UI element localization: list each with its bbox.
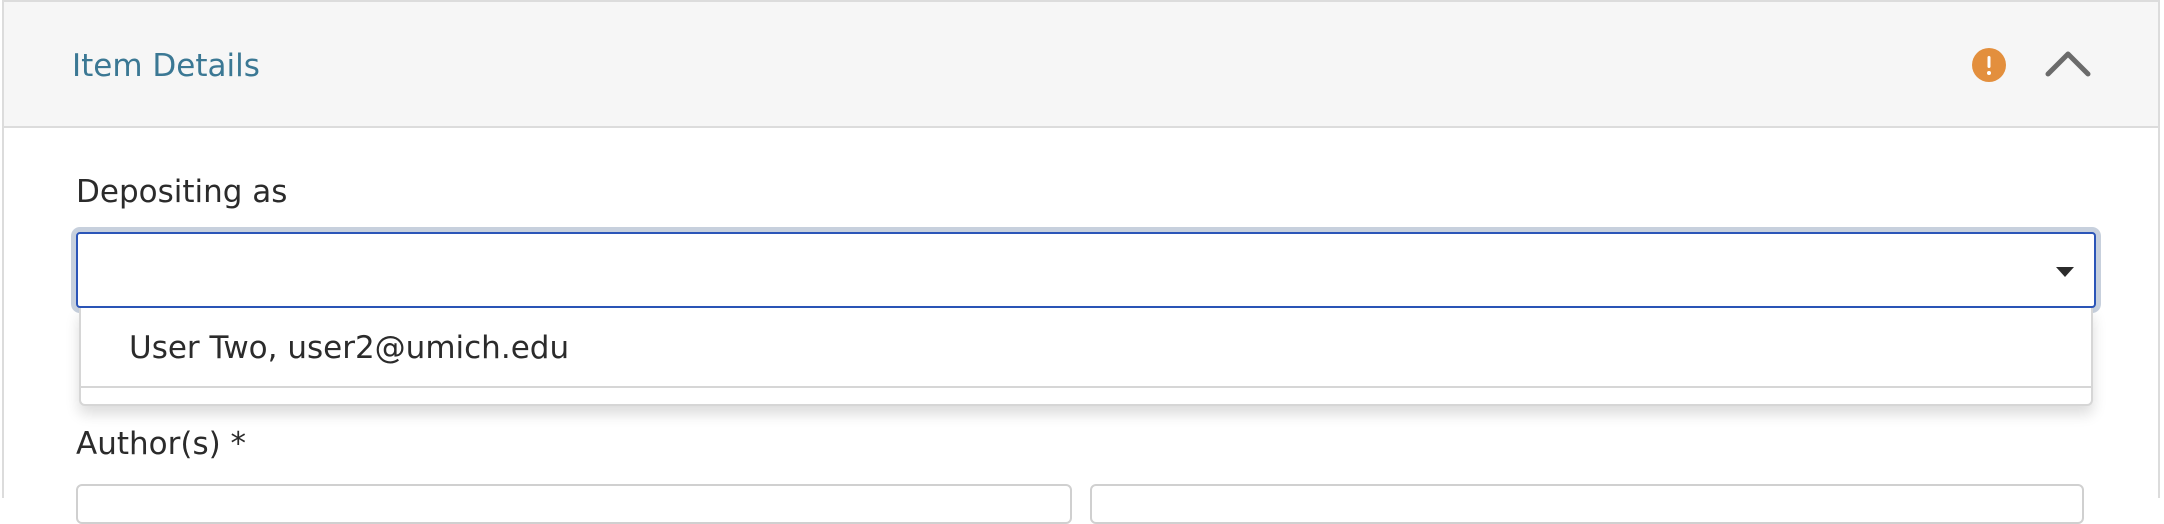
dropdown-option-label: User Two, user2@umich.edu	[129, 330, 570, 366]
warning-icon	[1972, 48, 2006, 82]
depositing-as-select[interactable]	[76, 232, 2096, 308]
chevron-up-icon	[2045, 51, 2091, 77]
authors-label: Author(s) *	[76, 426, 247, 462]
collapse-button[interactable]	[2040, 38, 2096, 90]
dropdown-option-user-two[interactable]: User Two, user2@umich.edu	[81, 308, 2091, 388]
depositing-as-label: Depositing as	[76, 174, 288, 210]
author-second-input[interactable]	[1090, 484, 2084, 524]
depositing-as-dropdown: User Two, user2@umich.edu	[79, 308, 2093, 406]
panel-header[interactable]: Item Details	[4, 2, 2158, 128]
section-title[interactable]: Item Details	[72, 46, 260, 86]
item-details-panel: Item Details Depositing as User Two, use…	[2, 0, 2160, 524]
caret-down-icon	[2056, 267, 2074, 277]
author-first-input[interactable]	[76, 484, 1072, 524]
